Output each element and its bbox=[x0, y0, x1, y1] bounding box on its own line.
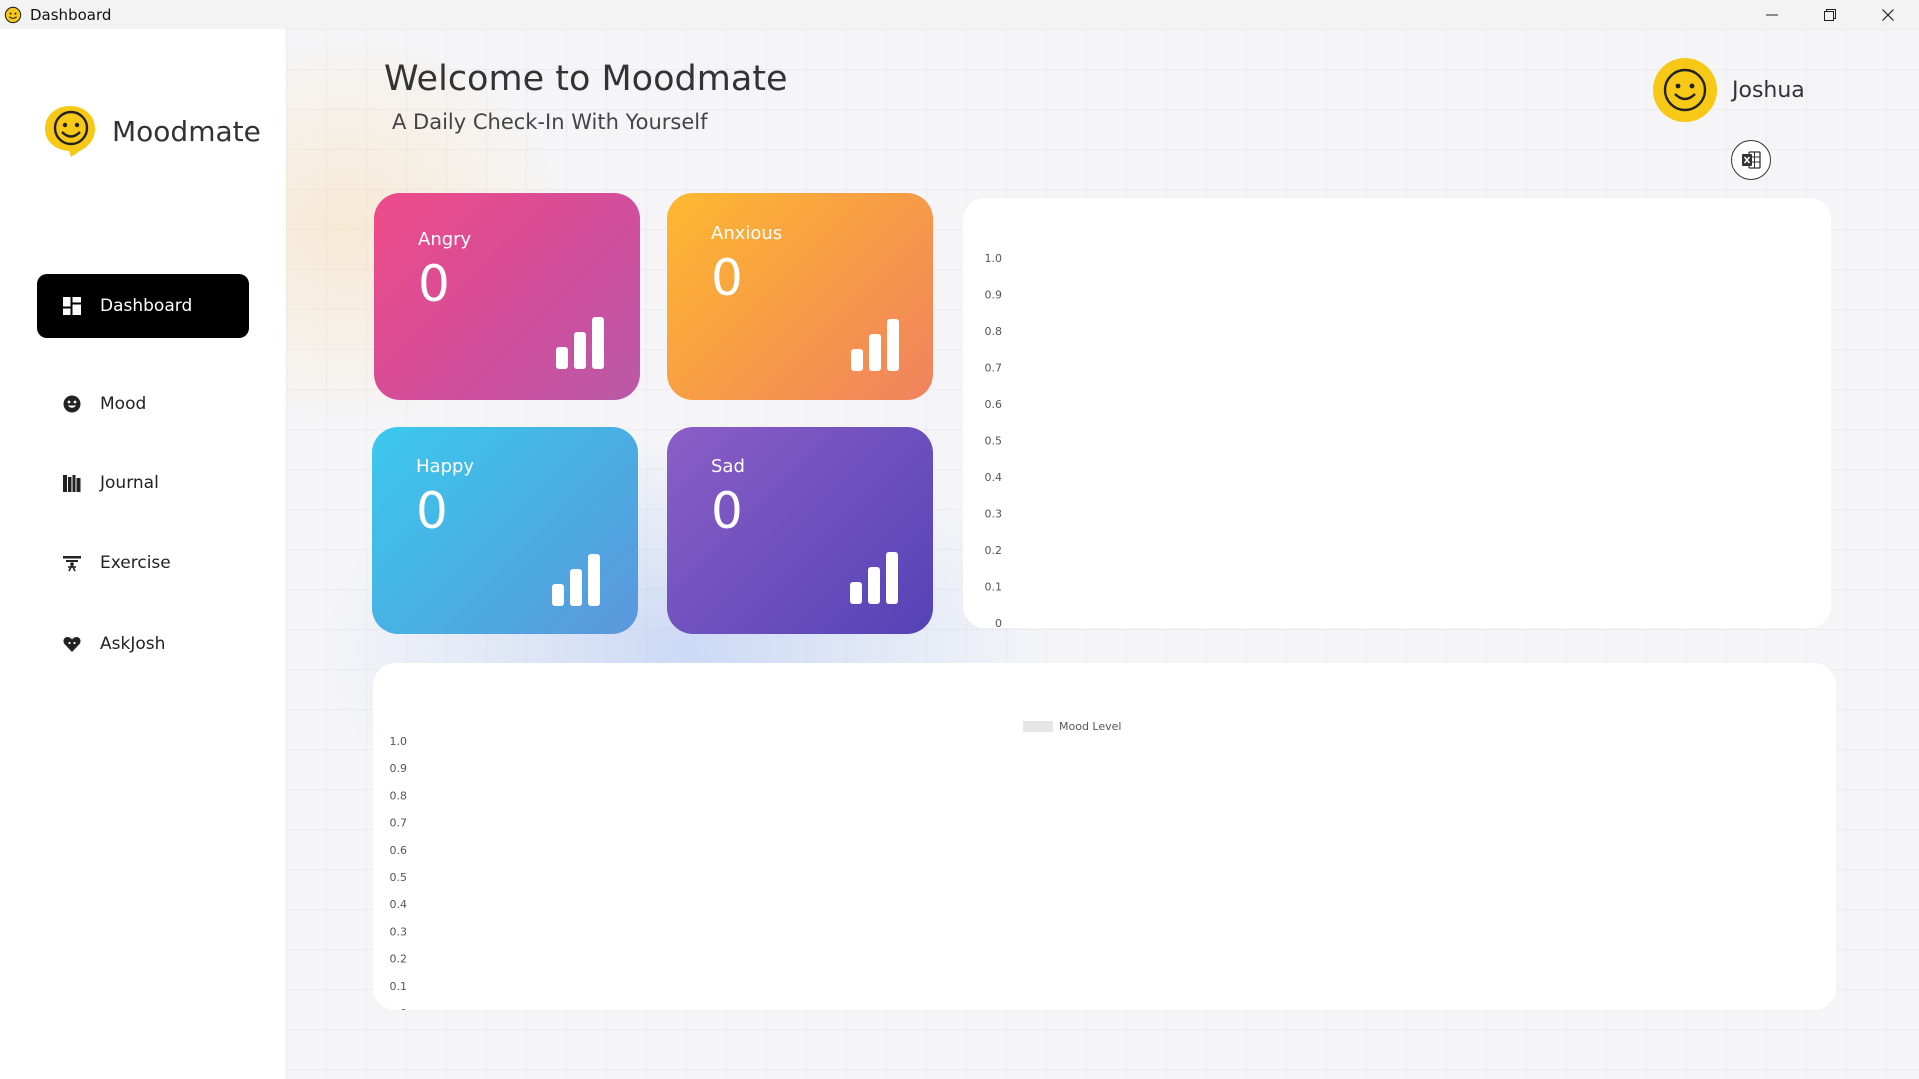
avatar bbox=[1653, 58, 1717, 122]
sidebar-item-label: Dashboard bbox=[100, 296, 193, 316]
mood-card-label: Anxious bbox=[711, 223, 783, 244]
y-tick-label: 0.4 bbox=[390, 898, 408, 911]
mood-card-angry[interactable]: Angry 0 bbox=[374, 193, 640, 400]
sidebar-item-exercise[interactable]: Exercise bbox=[37, 531, 249, 595]
brand[interactable]: Moodmate bbox=[40, 101, 261, 161]
main-content: Welcome to Moodmate A Daily Check-In Wit… bbox=[286, 29, 1919, 1079]
minimize-icon bbox=[1766, 14, 1778, 15]
y-tick-label: 0.8 bbox=[985, 325, 1003, 338]
bar-chart-icon bbox=[851, 319, 899, 371]
mood-level-chart: 1.0 0.9 0.8 0.7 0.6 0.5 0.4 0.3 0.2 0.1 0 Mood Leve… bbox=[373, 663, 1836, 1010]
y-tick-label: 0 bbox=[400, 1007, 407, 1010]
y-tick-label: 0.3 bbox=[390, 925, 408, 938]
brand-name: Moodmate bbox=[112, 114, 261, 148]
legend-label[interactable]: Mood Level bbox=[1059, 720, 1121, 733]
close-button[interactable] bbox=[1859, 0, 1917, 29]
smiley-face-icon bbox=[61, 393, 83, 415]
mood-card-sad[interactable]: Sad 0 bbox=[667, 427, 933, 634]
heart-chat-icon bbox=[61, 633, 83, 655]
smiley-logo-icon bbox=[4, 6, 22, 23]
window-title: Dashboard bbox=[30, 5, 112, 24]
y-tick-label: 0.7 bbox=[390, 817, 408, 830]
bar-chart-icon bbox=[850, 552, 898, 604]
y-tick-label: 0.9 bbox=[985, 289, 1003, 302]
bar-chart-icon bbox=[556, 317, 604, 369]
sidebar-item-label: Exercise bbox=[100, 553, 171, 573]
mood-level-chart-svg: 1.0 0.9 0.8 0.7 0.6 0.5 0.4 0.3 0.2 0.1 0 Mood Leve… bbox=[390, 720, 1122, 1010]
books-icon bbox=[61, 472, 83, 494]
dashboard-grid-icon bbox=[61, 295, 83, 317]
exercise-icon bbox=[61, 552, 83, 574]
sidebar-item-journal[interactable]: Journal bbox=[37, 451, 249, 515]
y-tick-label: 0.5 bbox=[390, 871, 408, 884]
y-tick-label: 0.7 bbox=[985, 362, 1003, 375]
sidebar-item-label: AskJosh bbox=[100, 634, 166, 654]
minimize-button[interactable] bbox=[1743, 0, 1801, 29]
mood-card-happy[interactable]: Happy 0 bbox=[372, 427, 638, 634]
restore-button[interactable] bbox=[1801, 0, 1859, 29]
sidebar-item-mood[interactable]: Mood bbox=[37, 372, 249, 436]
mood-card-label: Sad bbox=[711, 456, 745, 477]
y-tick-label: 0 bbox=[995, 617, 1002, 628]
mood-card-count: 0 bbox=[416, 482, 448, 540]
y-tick-label: 0.6 bbox=[985, 398, 1003, 411]
sidebar-item-label: Journal bbox=[100, 473, 159, 493]
y-tick-label: 1.0 bbox=[390, 735, 408, 748]
sidebar-item-askjosh[interactable]: AskJosh bbox=[37, 612, 249, 676]
y-tick-label: 0.3 bbox=[985, 508, 1003, 521]
mood-card-count: 0 bbox=[418, 255, 450, 313]
user-profile[interactable]: Joshua bbox=[1652, 57, 1805, 123]
y-tick-label: 0.6 bbox=[390, 844, 408, 857]
sidebar: Moodmate Dashboard Mood Journal Exercise… bbox=[0, 29, 286, 1079]
mood-card-label: Angry bbox=[418, 229, 472, 250]
y-tick-label: 0.9 bbox=[390, 762, 408, 775]
user-name: Joshua bbox=[1732, 77, 1805, 103]
mood-card-count: 0 bbox=[711, 249, 743, 307]
close-icon bbox=[1882, 8, 1894, 21]
y-tick-label: 0.2 bbox=[390, 953, 408, 966]
sidebar-item-label: Mood bbox=[100, 394, 147, 414]
page-title: Welcome to Moodmate bbox=[384, 59, 788, 99]
sidebar-item-dashboard[interactable]: Dashboard bbox=[37, 274, 249, 338]
y-tick-label: 0.1 bbox=[390, 980, 408, 993]
moodmate-logo-icon bbox=[45, 106, 95, 157]
legend-swatch[interactable] bbox=[1023, 721, 1053, 732]
y-tick-label: 0.5 bbox=[985, 435, 1003, 448]
bar-chart-icon bbox=[552, 554, 600, 606]
export-excel-button[interactable] bbox=[1731, 140, 1771, 180]
excel-export-icon bbox=[1742, 151, 1761, 169]
y-tick-label: 0.4 bbox=[985, 471, 1003, 484]
mood-summary-chart-svg: 1.0 0.9 0.8 0.7 0.6 0.5 0.4 0.3 0.2 0.1 0 bbox=[985, 252, 1003, 628]
y-tick-label: 0.1 bbox=[985, 581, 1003, 594]
page-subtitle: A Daily Check-In With Yourself bbox=[392, 110, 708, 134]
y-tick-label: 1.0 bbox=[985, 252, 1003, 265]
y-tick-label: 0.8 bbox=[390, 789, 408, 802]
mood-card-count: 0 bbox=[711, 482, 743, 540]
mood-card-anxious[interactable]: Anxious 0 bbox=[667, 193, 933, 400]
restore-icon bbox=[1824, 8, 1836, 21]
mood-summary-chart: 1.0 0.9 0.8 0.7 0.6 0.5 0.4 0.3 0.2 0.1 0 bbox=[963, 198, 1831, 628]
mood-card-label: Happy bbox=[416, 456, 475, 477]
y-tick-label: 0.2 bbox=[985, 544, 1003, 557]
window-titlebar: Dashboard bbox=[0, 0, 1919, 29]
